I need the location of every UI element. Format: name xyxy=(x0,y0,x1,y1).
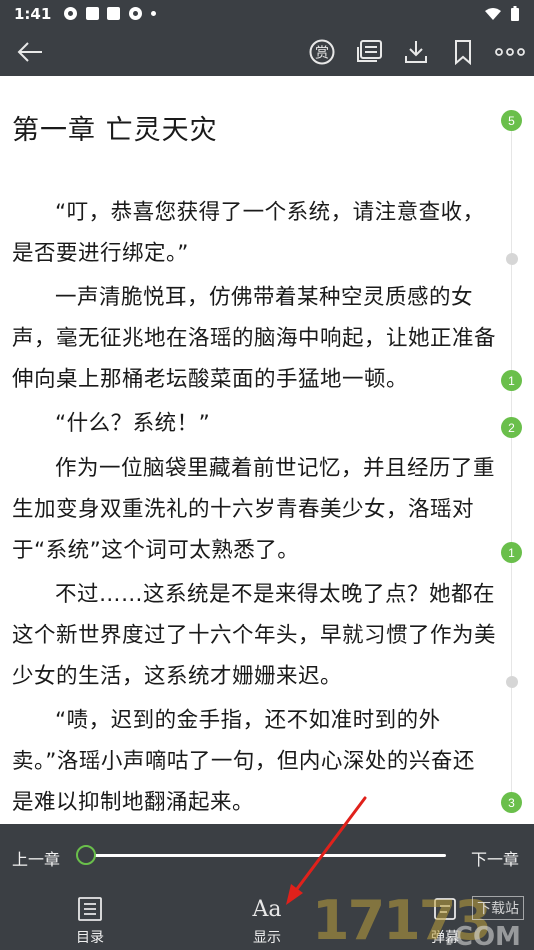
watermark-tag: 下载站 xyxy=(472,896,524,920)
bookmark-icon xyxy=(455,39,471,65)
paragraph-comment-badge[interactable]: 2 xyxy=(501,417,522,438)
reader-toolbar: 赏 xyxy=(0,27,534,76)
paragraph-comment-badge[interactable]: 5 xyxy=(501,110,522,131)
paragraph-comment-badge[interactable]: 1 xyxy=(501,542,522,563)
catalog-button[interactable]: 目录 xyxy=(60,888,120,950)
paragraph-comment-dot[interactable] xyxy=(506,676,518,688)
prev-chapter-button[interactable]: 上一章 xyxy=(12,846,60,870)
font-size-icon: Aa xyxy=(252,896,282,922)
more-notifications-icon xyxy=(151,11,157,16)
paragraph[interactable]: 作为一位脑袋里藏着前世记忆，并且经历了重生加变身双重洗礼的十六岁青春美少女，洛瑶… xyxy=(12,448,496,571)
display-label: 显示 xyxy=(253,930,281,946)
progress-slider-thumb[interactable] xyxy=(76,845,96,865)
notification-icons xyxy=(63,6,157,21)
paragraph[interactable]: “什么？系统！” xyxy=(12,403,496,444)
app-notification-icon xyxy=(107,7,121,20)
paragraph[interactable]: “啧，迟到的金手指，还不如准时到的外卖。”洛瑶小声嘀咕了一句，但内心深处的兴奋还… xyxy=(12,700,496,823)
app-notification-icon xyxy=(129,7,143,20)
download-button[interactable] xyxy=(396,27,436,76)
theme-icon xyxy=(357,39,382,62)
status-bar: 1:41 xyxy=(0,0,534,27)
download-icon xyxy=(405,40,427,63)
paragraph[interactable]: 一声清脆悦耳，仿佛带着某种空灵质感的女声，毫无征兆地在洛瑶的脑海中响起，让她正准… xyxy=(12,277,496,400)
more-button[interactable] xyxy=(490,27,530,76)
progress-slider-track[interactable] xyxy=(86,854,446,857)
bookmark-button[interactable] xyxy=(443,27,483,76)
chapter-title: 第一章 亡灵天灾 xyxy=(12,115,218,146)
paragraph-comment-badge[interactable]: 3 xyxy=(501,792,522,813)
status-time: 1:41 xyxy=(14,4,52,23)
paragraph[interactable]: “叮，恭喜您获得了一个系统，请注意查收，是否要进行绑定。” xyxy=(12,192,496,274)
catalog-list-icon xyxy=(78,897,102,921)
site-watermark: 17173 .COM 下载站 xyxy=(312,892,534,950)
back-button[interactable] xyxy=(10,27,50,76)
catalog-label: 目录 xyxy=(76,930,104,946)
wifi-icon xyxy=(485,7,501,20)
paragraph[interactable]: 不过……这系统是不是来得太晚了点？她都在这个新世界度过了十六个年头，早就习惯了作… xyxy=(12,574,496,697)
app-notification-icon xyxy=(86,7,100,20)
app-notification-icon xyxy=(64,7,78,20)
comment-rail xyxy=(511,130,512,810)
reading-content[interactable]: 第一章 亡灵天灾 “叮，恭喜您获得了一个系统，请注意查收，是否要进行绑定。” 一… xyxy=(0,76,534,824)
paragraph-comment-badge[interactable]: 1 xyxy=(501,370,522,391)
watermark-domain: .COM xyxy=(444,922,521,950)
back-arrow-icon xyxy=(17,41,42,62)
chapter-progress-bar: 上一章 下一章 xyxy=(0,824,534,888)
reward-button[interactable]: 赏 xyxy=(302,27,342,76)
reward-icon: 赏 xyxy=(309,39,335,64)
display-settings-button[interactable]: Aa 显示 xyxy=(237,888,297,950)
theme-button[interactable] xyxy=(350,27,390,76)
reward-glyph: 赏 xyxy=(315,45,329,61)
more-icon xyxy=(495,47,525,56)
paragraph-comment-dot[interactable] xyxy=(506,253,518,265)
battery-icon xyxy=(511,5,519,21)
next-chapter-button[interactable]: 下一章 xyxy=(471,846,519,870)
